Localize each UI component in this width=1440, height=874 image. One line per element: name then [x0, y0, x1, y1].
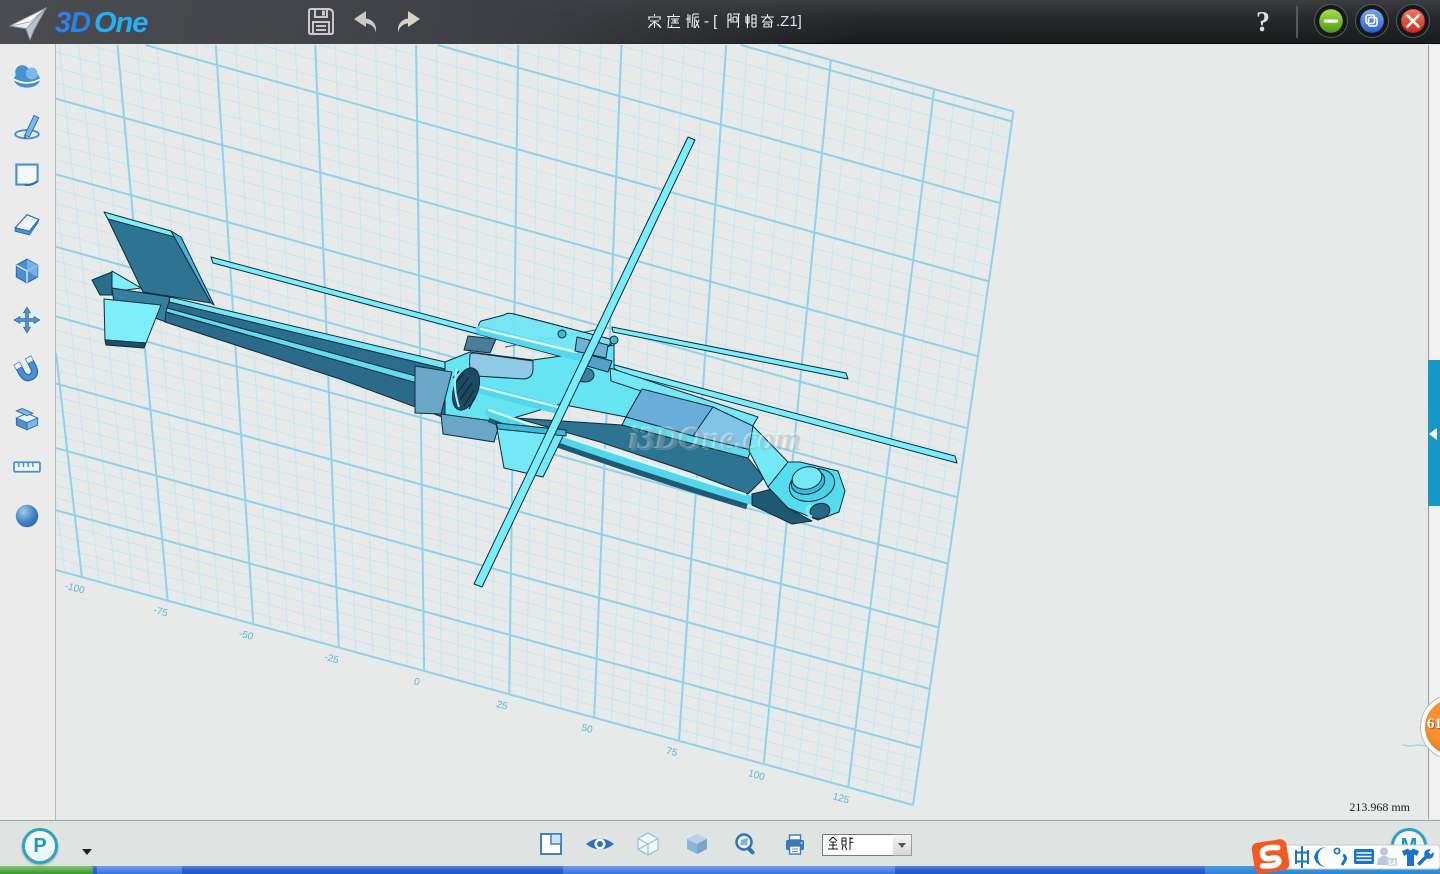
svg-text:100: 100 — [747, 768, 766, 783]
svg-text:-25: -25 — [323, 652, 340, 667]
svg-text:0: 0 — [413, 676, 422, 688]
svg-text:14: 14 — [1388, 860, 1396, 867]
svg-text:50: 50 — [580, 722, 594, 736]
svg-text:-75: -75 — [152, 605, 169, 620]
svg-text:.Z1]: .Z1] — [776, 13, 802, 30]
svg-text:One: One — [94, 7, 148, 39]
svg-text:75: 75 — [665, 746, 679, 760]
svg-text:3D: 3D — [55, 7, 91, 39]
svg-text:?: ? — [1256, 7, 1270, 38]
svg-text:-50: -50 — [238, 628, 255, 643]
svg-text:125: 125 — [831, 791, 850, 806]
svg-text:i3DOne.com: i3DOne.com — [630, 422, 801, 458]
svg-text:-100: -100 — [63, 581, 86, 597]
svg-text:25: 25 — [495, 699, 509, 713]
svg-text:- [: - [ — [704, 13, 718, 30]
